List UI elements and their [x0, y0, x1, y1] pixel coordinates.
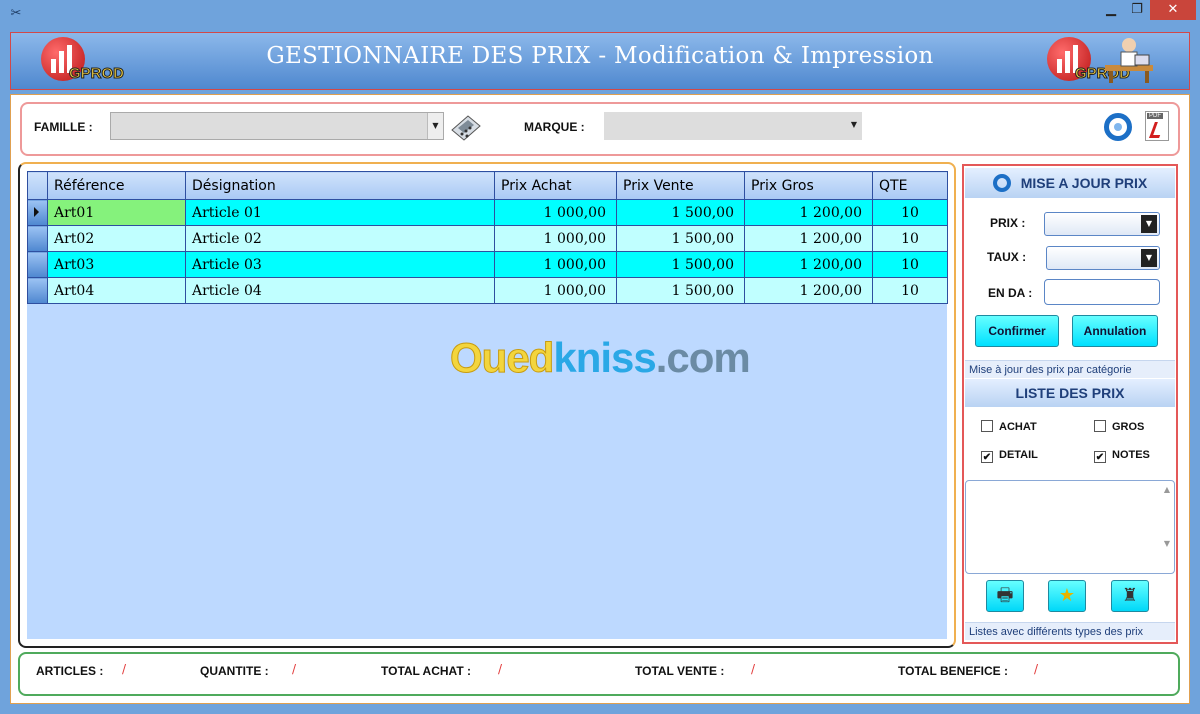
- table-cell[interactable]: Art03: [47, 251, 186, 278]
- detail-checkbox[interactable]: ✔ DETAIL: [981, 449, 1038, 463]
- table-row[interactable]: Art03 Article 03 1 000,00 1 500,00 1 200…: [27, 251, 948, 278]
- page-title: GESTIONNAIRE DES PRIX - Modification & I…: [266, 43, 934, 69]
- marque-label: MARQUE :: [524, 120, 585, 134]
- total-benefice-value: /: [1034, 662, 1039, 676]
- confirm-button[interactable]: Confirmer: [975, 315, 1059, 347]
- column-header[interactable]: Désignation: [185, 171, 495, 200]
- notes-textarea[interactable]: ▲ ▼: [965, 480, 1175, 574]
- header-banner: GPROD GESTIONNAIRE DES PRIX - Modificati…: [10, 32, 1190, 90]
- taux-label: TAUX :: [987, 250, 1027, 264]
- table-cell[interactable]: Art04: [47, 277, 186, 304]
- taux-select[interactable]: ▼: [1046, 246, 1160, 270]
- table-cell[interactable]: 1 500,00: [616, 277, 745, 304]
- column-header[interactable]: Prix Gros: [744, 171, 873, 200]
- table-cell[interactable]: 10: [872, 199, 948, 226]
- printer-button[interactable]: 🖶: [986, 580, 1024, 612]
- pdf-icon[interactable]: PDF: [1145, 111, 1169, 141]
- enda-label: EN DA :: [988, 286, 1033, 300]
- table-cell[interactable]: 1 000,00: [494, 277, 617, 304]
- table-cell[interactable]: 1 000,00: [494, 225, 617, 252]
- table-cell[interactable]: Art02: [47, 225, 186, 252]
- column-header[interactable]: Prix Achat: [494, 171, 617, 200]
- table-cell[interactable]: 1 000,00: [494, 251, 617, 278]
- chevron-down-icon[interactable]: ▼: [846, 112, 862, 138]
- table-cell[interactable]: 1 000,00: [494, 199, 617, 226]
- star-button[interactable]: ★: [1048, 580, 1086, 612]
- maj-prix-header: MISE A JOUR PRIX: [965, 168, 1175, 198]
- prices-table: Référence Désignation Prix Achat Prix Ve…: [27, 171, 948, 304]
- total-achat-value: /: [498, 662, 503, 676]
- total-benefice-label: TOTAL BENEFICE :: [898, 664, 1009, 678]
- scrollbar[interactable]: ▲ ▼: [1162, 485, 1172, 569]
- chevron-down-icon[interactable]: ▼: [427, 113, 443, 139]
- user-icon: ♜: [1121, 585, 1139, 606]
- row-selector[interactable]: [27, 277, 48, 304]
- row-selector[interactable]: [27, 251, 48, 278]
- table-cell[interactable]: 1 200,00: [744, 251, 873, 278]
- table-cell[interactable]: Art01: [47, 199, 186, 226]
- gros-checkbox[interactable]: GROS: [1094, 420, 1144, 433]
- cancel-button[interactable]: Annulation: [1072, 315, 1158, 347]
- column-header[interactable]: Référence: [47, 171, 186, 200]
- table-cell[interactable]: 10: [872, 277, 948, 304]
- calculator-icon[interactable]: [450, 112, 482, 142]
- printer-icon: 🖶: [996, 585, 1014, 606]
- prix-select[interactable]: ▼: [1044, 212, 1160, 236]
- notes-checkbox[interactable]: ✔ NOTES: [1094, 449, 1150, 463]
- chevron-down-icon[interactable]: ▼: [1141, 215, 1157, 233]
- total-vente-value: /: [751, 662, 756, 676]
- table-cell[interactable]: 10: [872, 251, 948, 278]
- total-vente-label: TOTAL VENTE :: [635, 664, 725, 678]
- table-row[interactable]: Art02 Article 02 1 000,00 1 500,00 1 200…: [27, 225, 948, 252]
- articles-label: ARTICLES :: [36, 664, 104, 678]
- total-achat-label: TOTAL ACHAT :: [381, 664, 471, 678]
- table-cell[interactable]: 1 500,00: [616, 225, 745, 252]
- articles-value: /: [122, 662, 127, 676]
- user-button[interactable]: ♜: [1111, 580, 1149, 612]
- achat-checkbox[interactable]: ACHAT: [981, 420, 1037, 433]
- table-cell[interactable]: Article 02: [185, 225, 495, 252]
- liste-prix-header: LISTE DES PRIX: [965, 379, 1175, 407]
- table-cell[interactable]: 1 500,00: [616, 199, 745, 226]
- table-row[interactable]: Art01 Article 01 1 000,00 1 500,00 1 200…: [27, 199, 948, 226]
- table-cell[interactable]: Article 04: [185, 277, 495, 304]
- refresh-icon: [992, 174, 1011, 192]
- quantite-value: /: [292, 662, 297, 676]
- famille-select[interactable]: ▼: [110, 112, 444, 140]
- star-icon: ★: [1058, 585, 1076, 606]
- table-cell[interactable]: Article 01: [185, 199, 495, 226]
- column-header[interactable]: Prix Vente: [616, 171, 745, 200]
- table-cell[interactable]: Article 03: [185, 251, 495, 278]
- row-selector[interactable]: [27, 199, 48, 226]
- famille-label: FAMILLE :: [34, 120, 93, 134]
- app-icon[interactable]: ✂: [8, 6, 24, 22]
- chevron-down-icon[interactable]: ▼: [1141, 249, 1157, 267]
- enda-input[interactable]: [1044, 279, 1160, 305]
- table-cell[interactable]: 1 200,00: [744, 277, 873, 304]
- prix-label: PRIX :: [990, 216, 1026, 230]
- column-header[interactable]: QTE: [872, 171, 948, 200]
- table-cell[interactable]: 1 200,00: [744, 199, 873, 226]
- table-row[interactable]: Art04 Article 04 1 000,00 1 500,00 1 200…: [27, 277, 948, 304]
- table-cell[interactable]: 10: [872, 225, 948, 252]
- window-titlebar: ✂ ▁ ❐ ✕: [0, 0, 1200, 28]
- refresh-icon[interactable]: [1104, 113, 1132, 141]
- minimize-button[interactable]: ▁: [1098, 0, 1124, 20]
- quantite-label: QUANTITE :: [200, 664, 269, 678]
- watermark: Ouedkniss.com: [449, 334, 750, 382]
- office-person-icon: [1105, 38, 1153, 83]
- close-button[interactable]: ✕: [1150, 0, 1196, 20]
- maj-hint: Mise à jour des prix par catégorie: [965, 360, 1175, 378]
- row-selector-header: [27, 171, 48, 200]
- table-cell[interactable]: 1 500,00: [616, 251, 745, 278]
- marque-select[interactable]: ▼: [604, 112, 862, 140]
- row-selector[interactable]: [27, 225, 48, 252]
- table-cell[interactable]: 1 200,00: [744, 225, 873, 252]
- maximize-button[interactable]: ❐: [1124, 0, 1150, 20]
- liste-hint: Listes avec différents types des prix: [965, 622, 1175, 640]
